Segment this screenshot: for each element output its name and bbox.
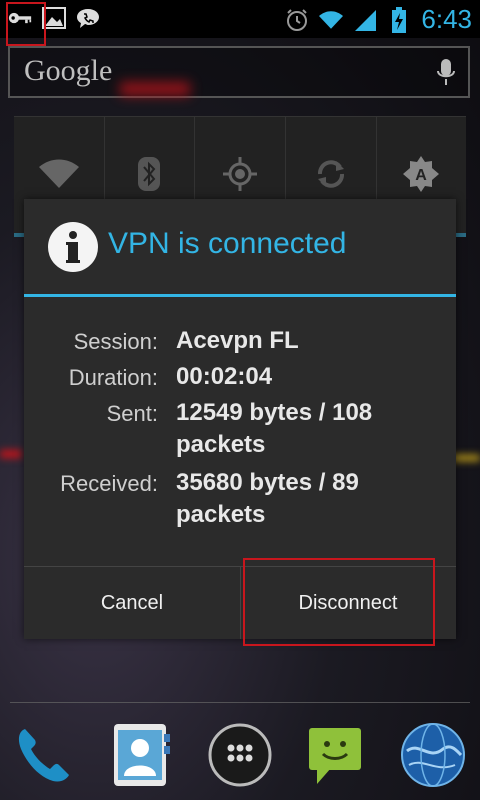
voicemail-icon [76, 6, 100, 30]
alarm-icon [285, 8, 309, 32]
google-logo: Google [24, 54, 113, 87]
google-search-bar[interactable]: Google [8, 46, 470, 98]
session-value: Acevpn FL [176, 327, 299, 354]
sent-value: 12549 bytes / 108 packets [176, 399, 373, 458]
sent-label: Sent: [106, 401, 158, 426]
info-icon [48, 222, 98, 272]
dialog-header: VPN is connected [24, 199, 456, 295]
dock-divider [10, 702, 470, 703]
cell-signal-icon [353, 8, 377, 32]
browser-icon[interactable] [396, 718, 470, 792]
battery-charging-icon [387, 6, 411, 33]
duration-value: 00:02:04 [176, 363, 273, 390]
duration-label: Duration: [68, 365, 158, 390]
contacts-icon[interactable] [103, 718, 177, 792]
dialog-title: VPN is connected [108, 227, 347, 260]
microphone-icon[interactable] [436, 58, 456, 92]
wifi-icon [319, 8, 344, 32]
received-label: Received: [60, 471, 158, 496]
messaging-icon[interactable] [298, 718, 372, 792]
brightness-auto-icon: A [403, 156, 439, 196]
gps-icon [223, 157, 257, 195]
phone-icon[interactable] [6, 718, 80, 792]
highlight-box-vpn-icon [6, 2, 46, 46]
wallpaper-accent [0, 450, 22, 458]
wifi-icon [39, 159, 79, 193]
clock-time: 6:43 [421, 4, 472, 34]
status-bar: 6:43 [0, 0, 480, 46]
received-value: 35680 bytes / 89 packets [176, 469, 359, 528]
session-label: Session: [73, 329, 158, 354]
bluetooth-icon [138, 157, 160, 195]
svg-text:A: A [415, 167, 427, 184]
wallpaper-accent [120, 82, 190, 96]
highlight-box-disconnect [243, 558, 435, 646]
launcher-dock [0, 712, 480, 800]
app-drawer-icon[interactable] [203, 718, 277, 792]
system-icons: 6:43 [285, 4, 472, 35]
cancel-button[interactable]: Cancel [24, 567, 240, 639]
title-divider [24, 294, 456, 297]
sync-icon [314, 157, 348, 195]
